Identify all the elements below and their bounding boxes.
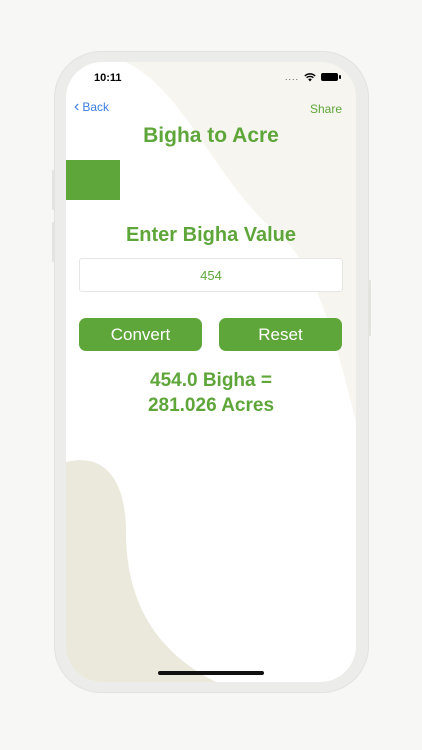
banner-placeholder (66, 160, 120, 200)
status-time: 10:11 (94, 72, 122, 84)
result-line-2: 281.026 Acres (147, 395, 275, 416)
chevron-left-icon: ‹ (74, 98, 80, 115)
power-button (368, 280, 371, 336)
back-button[interactable]: ‹ Back (74, 98, 110, 115)
volume-up-button (52, 170, 55, 210)
signal-icon: .... (284, 72, 299, 82)
home-indicator[interactable] (158, 671, 264, 675)
convert-button[interactable]: Convert (79, 318, 202, 351)
result-text: 454.0 Bigha = 281.026 Acres (66, 368, 356, 418)
status-icons: .... (284, 72, 341, 82)
reset-button[interactable]: Reset (219, 318, 342, 351)
wifi-icon (304, 72, 316, 81)
app-screen: 10:11 .... ‹ Back Share Bigha to Acre En… (66, 62, 356, 682)
input-prompt: Enter Bigha Value (125, 224, 297, 246)
result-line-1: 454.0 Bigha = (150, 370, 272, 391)
battery-icon (321, 73, 341, 81)
page-title: Bigha to Acre (143, 124, 279, 147)
status-bar: 10:11 .... (66, 70, 356, 88)
back-label: Back (82, 100, 110, 114)
share-button[interactable]: Share (310, 102, 342, 116)
volume-down-button (52, 222, 55, 262)
bigha-input[interactable] (79, 258, 343, 292)
